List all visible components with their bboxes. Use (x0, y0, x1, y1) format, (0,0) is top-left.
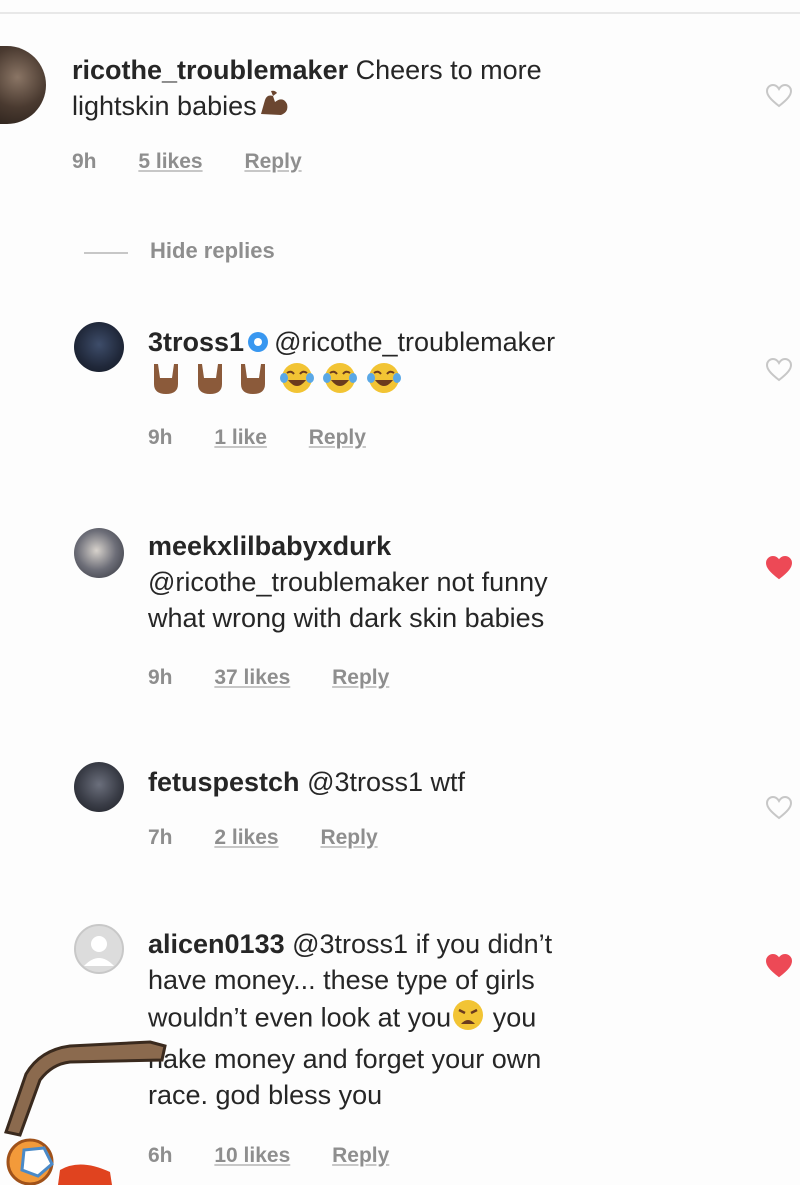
default-avatar-icon (84, 936, 114, 966)
comment-text-line1: @3tross1 if you didn’t (292, 929, 553, 959)
reply-button[interactable]: Reply (309, 426, 366, 449)
emoji-row (148, 363, 402, 396)
comment-text-line2: what wrong with dark skin babies (148, 603, 545, 633)
weary-face-emoji (451, 998, 485, 1041)
username[interactable]: alicen0133 (148, 929, 285, 959)
avatar[interactable] (74, 762, 124, 812)
reply-button[interactable]: Reply (320, 826, 377, 849)
avatar[interactable] (74, 528, 124, 578)
tears-of-joy-emoji (366, 360, 402, 405)
comment-body: alicen0133 @3tross1 if you didn’t have m… (148, 926, 552, 1113)
likes-link[interactable]: 10 likes (214, 1144, 290, 1167)
timestamp: 7h (148, 826, 173, 849)
comment-meta: 6h 10 likes Reply (148, 1144, 425, 1168)
avatar[interactable] (0, 46, 46, 124)
tears-of-joy-emoji (322, 360, 358, 405)
heart-outline-icon[interactable] (766, 796, 792, 820)
username[interactable]: meekxlilbabyxdurk (148, 531, 391, 561)
hide-replies-button[interactable]: Hide replies (150, 238, 275, 264)
username[interactable]: 3tross1 (148, 327, 244, 357)
comment-body: fetuspestch @3tross1 wtf (148, 764, 465, 800)
username[interactable]: fetuspestch (148, 767, 300, 797)
comment-text: Cheers to more (355, 55, 542, 85)
username[interactable]: ricothe_troublemaker (72, 55, 348, 85)
comment-text-line3: wouldn’t even look at you (148, 1002, 452, 1033)
comment-text: @3tross1 wtf (307, 767, 466, 797)
sign-of-horns-emoji (148, 360, 184, 405)
heart-outline-icon[interactable] (766, 84, 792, 108)
heart-filled-icon[interactable] (766, 954, 792, 978)
flexed-biceps-emoji (257, 88, 291, 127)
mention[interactable]: @ricothe_troublemaker (274, 327, 555, 357)
likes-link[interactable]: 2 likes (214, 826, 278, 849)
avatar[interactable] (74, 322, 124, 372)
avatar[interactable] (74, 924, 124, 974)
hockey-stick-sticker (4, 1040, 167, 1185)
tears-of-joy-emoji (279, 360, 315, 405)
sign-of-horns-emoji (235, 360, 271, 405)
timestamp: 9h (148, 666, 173, 689)
reply-button[interactable]: Reply (332, 1144, 389, 1167)
comment-meta: 9h 1 like Reply (148, 426, 402, 450)
sign-of-horns-emoji (192, 360, 228, 405)
hide-replies-line (84, 252, 128, 254)
timestamp: 9h (148, 426, 173, 449)
comment-text-line4: hake money and forget your own (148, 1044, 542, 1074)
comment-text-line3-end: you (485, 1002, 537, 1033)
comment-meta: 9h 37 likes Reply (148, 666, 425, 690)
comment-meta: 9h 5 likes Reply (72, 150, 338, 174)
heart-outline-icon[interactable] (766, 358, 792, 382)
heart-filled-icon[interactable] (766, 556, 792, 580)
comment-text-line2: have money... these type of girls (148, 965, 535, 995)
comment-meta: 7h 2 likes Reply (148, 826, 414, 850)
comment-text-line2: lightskin babies (72, 91, 257, 121)
reply-button[interactable]: Reply (244, 150, 301, 173)
comment-body: 3tross1 @ricothe_troublemaker (148, 324, 555, 405)
comment-body: ricothe_troublemaker Cheers to more ligh… (72, 52, 542, 127)
likes-link[interactable]: 1 like (214, 426, 267, 449)
top-divider (0, 12, 800, 14)
timestamp: 9h (72, 150, 97, 173)
verified-badge-icon (248, 331, 269, 352)
comment-body: meekxlilbabyxdurk @ricothe_troublemaker … (148, 528, 548, 636)
reply-button[interactable]: Reply (332, 666, 389, 689)
likes-link[interactable]: 5 likes (138, 150, 202, 173)
likes-link[interactable]: 37 likes (214, 666, 290, 689)
comment-text-line5: race. god bless you (148, 1080, 383, 1110)
comments-screen: ricothe_troublemaker Cheers to more ligh… (0, 0, 800, 1185)
comment-text-line1: @ricothe_troublemaker not funny (148, 567, 548, 597)
